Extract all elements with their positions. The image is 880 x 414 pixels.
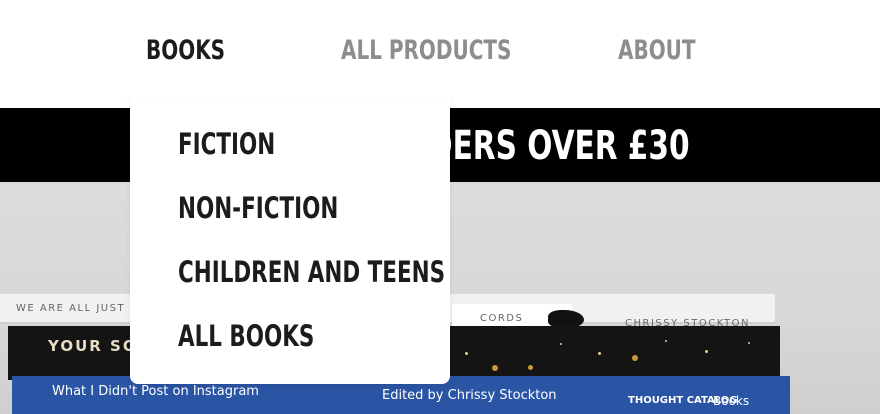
top-navigation: BOOKS ALL PRODUCTS ABOUT: [0, 0, 880, 108]
decorative-dot: [560, 343, 562, 345]
books-dropdown-menu: FICTION NON-FICTION CHILDREN AND TEENS A…: [130, 98, 450, 384]
menu-item-all-books[interactable]: ALL BOOKS: [178, 318, 314, 354]
decorative-dot: [492, 365, 498, 371]
menu-item-non-fiction[interactable]: NON-FICTION: [178, 190, 338, 226]
book-editor-text: Edited by Chrissy Stockton: [382, 388, 557, 403]
nav-books[interactable]: BOOKS: [146, 33, 225, 69]
book-spine-text: YOUR SO: [48, 337, 138, 355]
book-title-text: What I Didn't Post on Instagram: [52, 384, 259, 399]
decorative-dot: [665, 340, 667, 342]
promo-banner-text: DERS OVER £30: [428, 123, 690, 169]
menu-item-fiction[interactable]: FICTION: [178, 126, 275, 162]
decorative-dot: [598, 352, 601, 355]
menu-item-children-and-teens[interactable]: CHILDREN AND TEENS: [178, 254, 445, 290]
nav-about[interactable]: ABOUT: [618, 33, 696, 69]
decorative-dot: [748, 342, 750, 344]
decorative-dot: [465, 352, 468, 355]
decorative-dot: [528, 365, 533, 370]
decorative-dot: [705, 350, 708, 353]
book-spine-text: CORDS: [480, 313, 524, 324]
nav-all-products[interactable]: ALL PRODUCTS: [341, 33, 511, 69]
book-spine-text: WE ARE ALL JUST: [16, 303, 126, 314]
book-publisher-suffix: Books: [713, 394, 750, 408]
decorative-dot: [632, 355, 638, 361]
